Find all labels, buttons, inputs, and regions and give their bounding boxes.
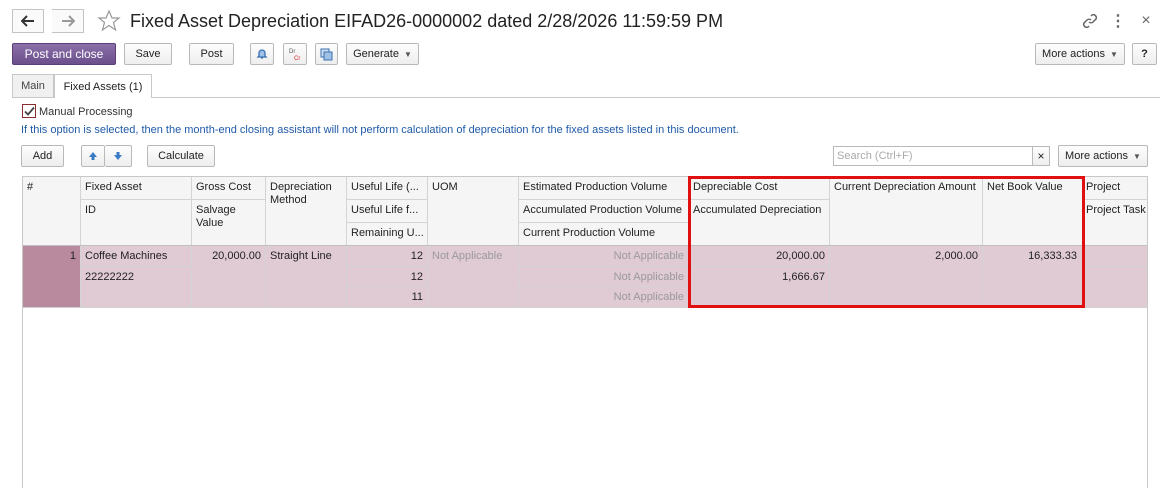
reverse-dr-cr-button[interactable]: Dr Cr [283,43,307,65]
close-icon[interactable]: × [1136,11,1156,31]
col-header-fixed-asset[interactable]: Fixed Asset [81,178,191,197]
save-button[interactable]: Save [124,43,172,65]
cur-prod-volume-cell[interactable]: Not Applicable [519,288,688,307]
copy-icon [320,48,333,60]
clear-search-button[interactable]: × [1032,146,1050,166]
grid-more-actions-label: More actions [1065,150,1129,162]
favorite-star-icon[interactable] [96,8,122,34]
col-header-depreciation-method[interactable]: Depreciation Method [266,178,346,210]
add-button[interactable]: Add [21,145,64,167]
col-header-id[interactable]: ID [81,201,191,220]
calculate-button[interactable]: Calculate [147,145,215,167]
notification-button[interactable] [250,43,274,65]
asset-id-cell[interactable]: 22222222 [81,268,191,287]
manual-processing-label: Manual Processing [39,106,133,118]
post-and-close-button[interactable]: Post and close [12,43,116,65]
fixed-asset-cell[interactable]: Coffee Machines [81,247,191,266]
col-header-depreciable-cost[interactable]: Depreciable Cost [689,178,829,197]
est-prod-volume-cell[interactable]: Not Applicable [519,247,688,266]
tab-fixed-assets[interactable]: Fixed Assets (1) [54,74,152,98]
col-header-salvage-value[interactable]: Salvage Value [192,201,262,233]
gross-cost-cell[interactable]: 20,000.00 [192,247,265,266]
arrow-up-icon [89,152,97,160]
back-button[interactable] [12,9,44,33]
col-header-useful-life[interactable]: Useful Life (... [347,178,427,197]
more-actions-label: More actions [1042,48,1106,60]
close-icon: × [1037,149,1045,163]
generate-button[interactable]: Generate ▼ [346,43,419,65]
tab-divider [12,97,54,98]
manual-processing-info: If this option is selected, then the mon… [21,124,739,136]
fixed-assets-grid: # Fixed Asset ID Gross Cost Salvage Valu… [22,176,1148,488]
chevron-down-icon: ▼ [403,49,412,59]
col-header-project-task[interactable]: Project Task [1082,201,1148,220]
remaining-cell[interactable]: 11 [347,288,427,307]
arrow-right-icon [61,15,75,27]
col-header-num[interactable]: # [23,178,80,197]
svg-text:Dr: Dr [289,49,295,55]
forward-button[interactable] [52,9,84,33]
svg-text:Cr: Cr [294,56,300,61]
current-depreciation-amount-cell[interactable]: 2,000.00 [830,247,982,266]
col-header-remaining[interactable]: Remaining U... [347,224,427,243]
accumulated-depreciation-cell[interactable]: 1,666.67 [689,268,829,287]
col-header-est-prod-volume[interactable]: Estimated Production Volume [519,178,688,197]
useful-life-cell[interactable]: 12 [347,247,427,266]
dr-cr-icon: DrCr [289,49,300,61]
manual-processing-checkbox[interactable] [22,104,36,118]
generate-label: Generate [353,48,399,60]
arrow-left-icon [21,15,34,27]
net-book-value-cell[interactable]: 16,333.33 [983,247,1081,266]
col-header-accumulated-depreciation[interactable]: Accumulated Depreciation [689,201,829,220]
move-up-button[interactable] [81,145,105,167]
chevron-down-icon: ▼ [1133,151,1141,161]
kebab-menu-icon[interactable]: ⋮ [1110,11,1126,31]
depreciation-method-cell[interactable]: Straight Line [266,247,346,266]
acc-prod-volume-cell[interactable]: Not Applicable [519,268,688,287]
tab-divider [152,97,1160,98]
col-header-uom[interactable]: UOM [428,178,518,197]
col-header-net-book-value[interactable]: Net Book Value [983,178,1083,197]
checkmark-icon [23,106,35,116]
chevron-down-icon: ▼ [1110,49,1118,59]
col-header-project[interactable]: Project [1082,178,1146,197]
col-header-current-depreciation-amount[interactable]: Current Depreciation Amount [830,178,982,197]
more-actions-button[interactable]: More actions ▼ [1035,43,1125,65]
depreciable-cost-cell[interactable]: 20,000.00 [689,247,829,266]
search-input[interactable] [833,146,1033,166]
tab-main[interactable]: Main [12,74,54,97]
link-icon[interactable] [1080,11,1100,31]
page-title: Fixed Asset Depreciation EIFAD26-0000002… [130,11,724,31]
col-header-cur-prod-volume[interactable]: Current Production Volume [519,224,688,243]
uom-cell[interactable]: Not Applicable [428,247,518,266]
help-button[interactable]: ? [1132,43,1157,65]
bell-icon [256,49,268,59]
row-number: 1 [69,250,76,262]
move-down-button[interactable] [105,145,132,167]
post-button[interactable]: Post [189,43,234,65]
copy-button[interactable] [315,43,338,65]
col-header-useful-life-f[interactable]: Useful Life f... [347,201,427,220]
col-header-acc-prod-volume[interactable]: Accumulated Production Volume [519,201,688,220]
useful-life-f-cell[interactable]: 12 [347,268,427,287]
arrow-down-icon [114,152,122,160]
col-header-gross-cost[interactable]: Gross Cost [192,178,265,197]
grid-more-actions-button[interactable]: More actions ▼ [1058,145,1148,167]
